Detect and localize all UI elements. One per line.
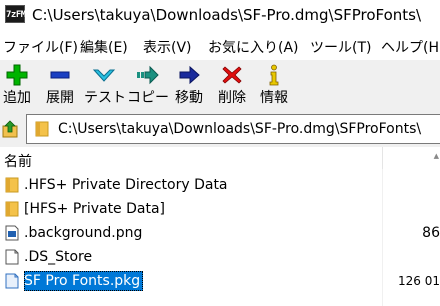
folder-icon [5,177,19,193]
toolbar: 追加 展開 テスト コピー 移動 削除 情報 [0,60,440,112]
up-folder-icon[interactable] [2,120,18,138]
file-name: SF Pro Fonts.pkg [24,271,144,291]
test-label: テスト [84,90,126,106]
copy-button[interactable]: コピー [127,64,169,110]
list-item[interactable]: [HFS+ Private Data] [0,197,440,221]
list-item[interactable]: .background.png 86 [0,221,440,245]
file-size: 126 01 [398,274,440,288]
package-file-icon [5,273,19,289]
delete-button[interactable]: 削除 [215,64,249,110]
test-icon [92,69,116,82]
sort-arrow-icon: ▲ [433,152,439,160]
file-list: 名前 ▲ .HFS+ Private Directory Data [HFS+ … [0,147,440,306]
image-file-icon [5,225,19,241]
test-button[interactable]: テスト [84,64,126,110]
list-item[interactable]: .DS_Store [0,245,440,269]
info-icon [269,64,279,86]
delete-icon [222,66,242,84]
extract-button[interactable]: 展開 [43,64,77,110]
move-label: 移動 [175,90,203,106]
menu-favorites[interactable]: お気に入り(A) [208,37,299,57]
file-size: 86 [422,225,440,241]
add-label: 追加 [3,90,31,106]
title-bar: 7zFM C:\Users\takuya\Downloads\SF-Pro.dm… [0,0,440,30]
extract-icon [50,71,70,79]
menu-file[interactable]: ファイル(F) [3,37,78,57]
7zip-app-icon[interactable]: 7zFM [5,5,26,23]
move-icon [179,65,200,85]
column-header-name[interactable]: 名前 [4,151,32,171]
file-icon [5,249,19,265]
column-header-size[interactable]: ▲ [382,147,440,169]
address-path: C:\Users\takuya\Downloads\SF-Pro.dmg\SFP… [58,121,422,137]
address-field[interactable]: C:\Users\takuya\Downloads\SF-Pro.dmg\SFP… [26,114,440,144]
folder-icon [35,121,49,137]
extract-label: 展開 [46,90,74,106]
menu-bar: ファイル(F) 編集(E) 表示(V) お気に入り(A) ツール(T) ヘルプ(… [0,30,440,60]
file-name: .HFS+ Private Directory Data [24,177,228,193]
menu-help[interactable]: ヘルプ(H) [381,37,440,57]
file-name: .DS_Store [24,249,93,265]
address-bar: C:\Users\takuya\Downloads\SF-Pro.dmg\SFP… [0,112,440,146]
folder-icon [5,201,19,217]
menu-edit[interactable]: 編集(E) [80,37,128,57]
copy-icon [137,65,159,85]
file-name: [HFS+ Private Data] [24,201,166,217]
list-item[interactable]: .HFS+ Private Directory Data [0,173,440,197]
add-icon [6,64,28,86]
info-button[interactable]: 情報 [257,64,291,110]
copy-label: コピー [127,90,169,106]
menu-view[interactable]: 表示(V) [143,37,192,57]
window-title: C:\Users\takuya\Downloads\SF-Pro.dmg\SFP… [32,6,422,24]
move-button[interactable]: 移動 [172,64,206,110]
file-name: .background.png [24,225,143,241]
info-label: 情報 [260,90,288,106]
list-item-selected[interactable]: SF Pro Fonts.pkg 126 01 [0,269,440,293]
menu-tools[interactable]: ツール(T) [310,37,371,57]
add-button[interactable]: 追加 [0,64,34,110]
delete-label: 削除 [218,90,246,106]
